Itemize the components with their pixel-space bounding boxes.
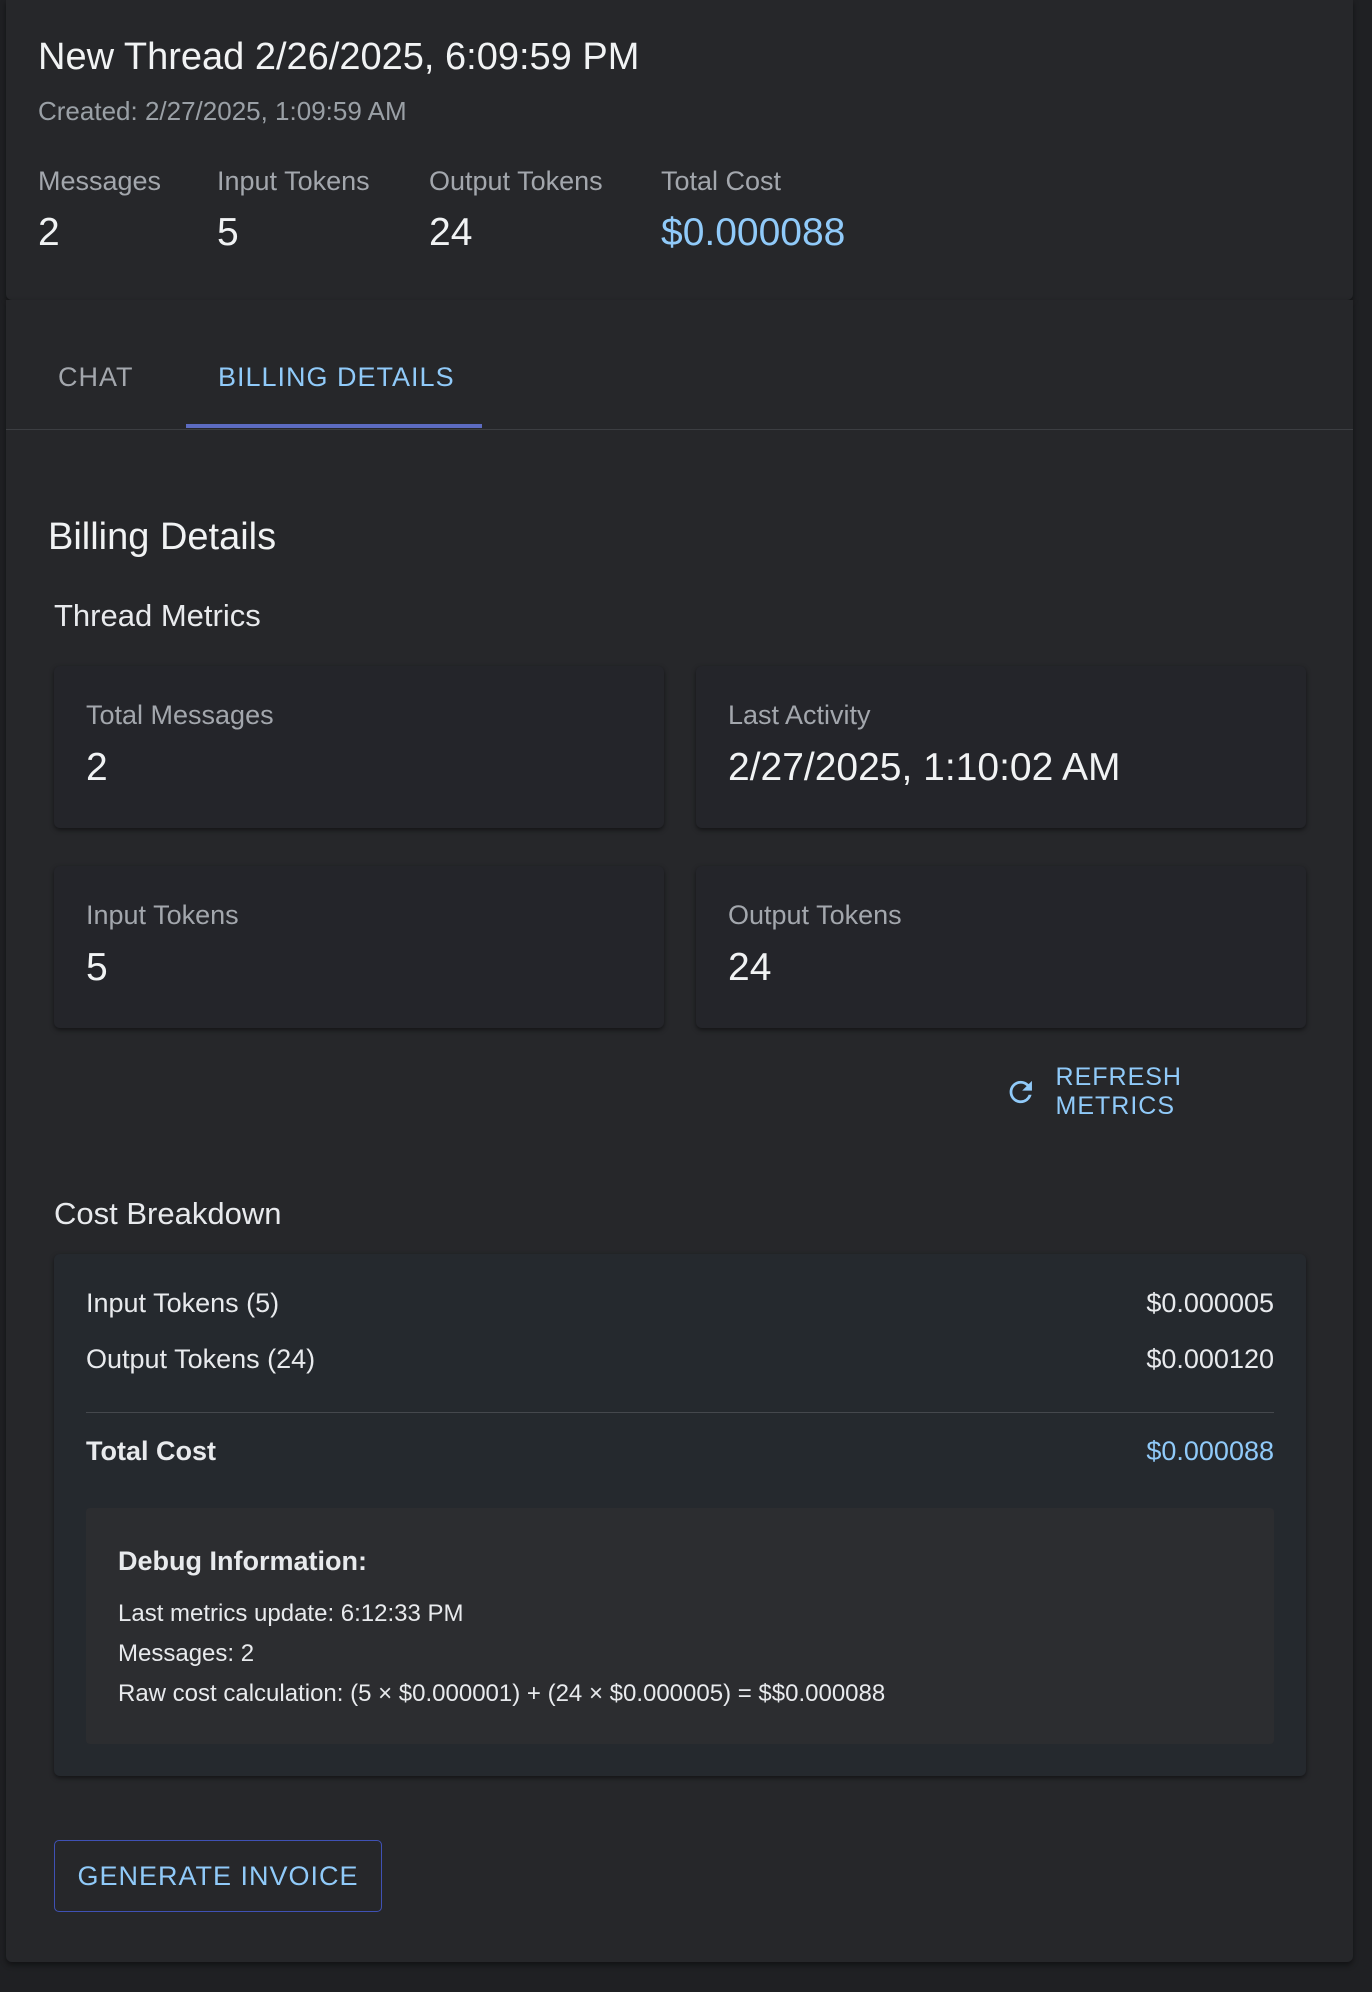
tab-chat[interactable]: CHAT [58, 362, 134, 393]
debug-line-messages: Messages: 2 [118, 1640, 255, 1667]
refresh-metrics-button[interactable]: REFRESH METRICS [1004, 1063, 1306, 1120]
stat-value: $0.000088 [661, 211, 846, 254]
thread-title: New Thread 2/26/2025, 6:09:59 PM [38, 36, 640, 78]
stat-label: Messages [38, 166, 162, 196]
cost-total-label: Total Cost [86, 1436, 216, 1466]
cost-divider [86, 1412, 1274, 1413]
metric-card-last-activity: Last Activity 2/27/2025, 1:10:02 AM [696, 666, 1306, 828]
tab-bar: CHAT BILLING DETAILS [6, 300, 1353, 430]
cost-row-label: Input Tokens (5) [86, 1288, 280, 1318]
metric-value: 2/27/2025, 1:10:02 AM [728, 746, 1121, 789]
debug-info-box: Debug Information: Last metrics update: … [86, 1508, 1274, 1744]
stat-value: 5 [217, 211, 239, 254]
cost-row-input-tokens: Input Tokens (5) $0.000005 [86, 1288, 1274, 1319]
metric-card-output-tokens: Output Tokens 24 [696, 866, 1306, 1028]
cost-row-output-tokens: Output Tokens (24) $0.000120 [86, 1344, 1274, 1375]
debug-line-last-update: Last metrics update: 6:12:33 PM [118, 1600, 464, 1627]
refresh-icon [1009, 1080, 1032, 1104]
stat-value: 2 [38, 211, 60, 254]
metric-card-input-tokens: Input Tokens 5 [54, 866, 664, 1028]
metric-value: 5 [86, 946, 108, 989]
stat-total-cost: Total Cost $0.000088 [661, 166, 845, 255]
metric-label: Total Messages [86, 700, 274, 730]
metric-label: Last Activity [728, 700, 871, 730]
cost-total-amount: $0.000088 [1146, 1436, 1274, 1466]
billing-details-title: Billing Details [48, 516, 277, 558]
tab-billing-details[interactable]: BILLING DETAILS [218, 362, 455, 393]
stat-label: Total Cost [661, 166, 782, 196]
metric-label: Output Tokens [728, 900, 902, 930]
stat-value: 24 [429, 211, 473, 254]
active-tab-indicator [186, 424, 482, 428]
thread-created-date: Created: 2/27/2025, 1:09:59 AM [38, 96, 407, 126]
metric-label: Input Tokens [86, 900, 239, 930]
stat-messages: Messages 2 [38, 166, 161, 255]
debug-title: Debug Information: [118, 1546, 367, 1576]
debug-line-raw-cost: Raw cost calculation: (5 × $0.000001) + … [118, 1680, 886, 1707]
stat-label: Output Tokens [429, 166, 603, 196]
stat-output-tokens: Output Tokens 24 [429, 166, 603, 255]
cost-row-label: Output Tokens (24) [86, 1344, 316, 1374]
stat-label: Input Tokens [217, 166, 370, 196]
cost-breakdown-card: Input Tokens (5) $0.000005 Output Tokens… [54, 1254, 1306, 1776]
cost-row-total: Total Cost $0.000088 [86, 1436, 1274, 1467]
metric-value: 24 [728, 946, 772, 989]
refresh-metrics-label: REFRESH METRICS [1055, 1063, 1182, 1120]
stat-input-tokens: Input Tokens 5 [217, 166, 370, 255]
metric-value: 2 [86, 746, 108, 789]
thread-metrics-heading: Thread Metrics [54, 598, 261, 633]
generate-invoice-button[interactable]: GENERATE INVOICE [54, 1840, 382, 1912]
cost-row-amount: $0.000005 [1146, 1288, 1274, 1318]
thread-header: New Thread 2/26/2025, 6:09:59 PM Created… [6, 0, 1353, 300]
metric-card-total-messages: Total Messages 2 [54, 666, 664, 828]
cost-row-amount: $0.000120 [1146, 1344, 1274, 1374]
cost-breakdown-heading: Cost Breakdown [54, 1196, 282, 1231]
